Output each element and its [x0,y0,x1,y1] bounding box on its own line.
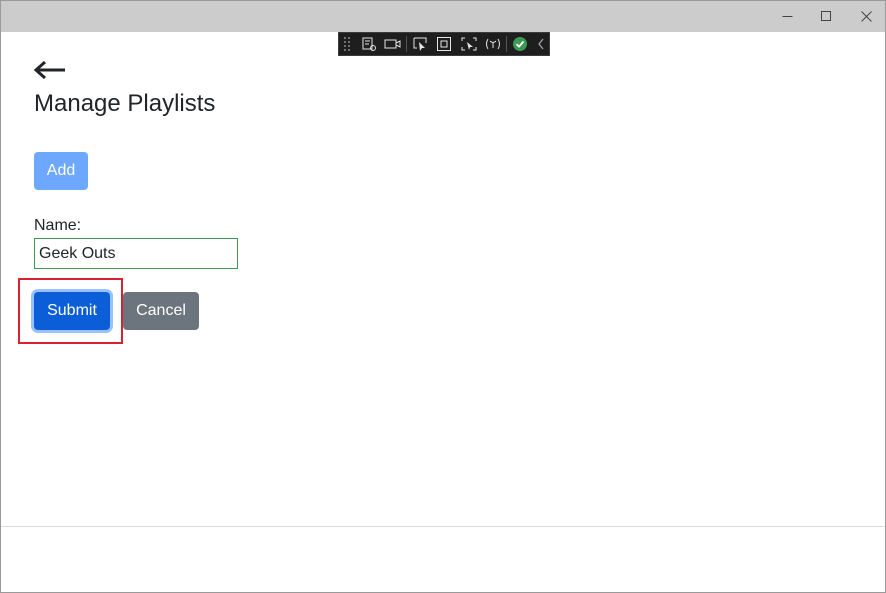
divider [1,526,885,527]
app-window: Manage Playlists Add Name: Submit Cancel [0,0,886,593]
page-title: Manage Playlists [34,90,216,117]
page-content: Manage Playlists Add Name: Submit Cancel [1,32,885,592]
name-input[interactable] [34,238,238,269]
title-bar[interactable] [1,1,885,32]
name-label: Name: [34,217,82,234]
cancel-button[interactable]: Cancel [123,292,199,330]
highlight-box [18,278,123,344]
back-button[interactable] [33,59,69,81]
back-arrow-icon [33,60,65,80]
minimize-icon[interactable] [767,1,807,32]
close-icon[interactable] [846,1,886,32]
maximize-icon[interactable] [806,1,846,32]
add-button[interactable]: Add [34,152,88,190]
